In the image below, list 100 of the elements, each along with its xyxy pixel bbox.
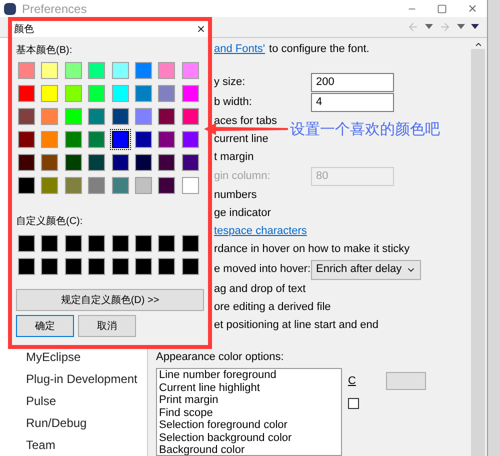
color-swatch[interactable] — [41, 235, 58, 252]
color-swatch[interactable] — [112, 154, 128, 171]
color-swatch[interactable] — [64, 154, 82, 171]
color-swatch[interactable] — [18, 258, 35, 275]
section-label: Appearance color options: — [156, 350, 285, 364]
color-swatch[interactable] — [134, 62, 152, 79]
tree-item[interactable]: MyEclipse — [26, 346, 147, 368]
list-item[interactable]: Print margin — [159, 394, 339, 406]
list-item[interactable]: Find scope — [159, 406, 339, 419]
window-title: Preferences — [22, 0, 87, 18]
option-label: et positioning at line start and end — [214, 318, 379, 334]
color-swatch[interactable] — [64, 177, 82, 194]
ok-button[interactable]: 确定 — [16, 315, 74, 337]
color-swatch[interactable] — [18, 154, 35, 171]
option-label: current line — [214, 132, 268, 148]
color-swatch[interactable] — [64, 131, 82, 148]
color-swatch[interactable] — [134, 235, 152, 252]
color-swatch[interactable] — [158, 235, 176, 252]
option-label: gin column: — [214, 169, 272, 184]
color-swatch[interactable] — [64, 258, 82, 275]
checkbox[interactable] — [348, 398, 359, 409]
color-swatch[interactable] — [112, 85, 128, 102]
maximize-icon — [437, 4, 447, 14]
color-swatch[interactable] — [112, 258, 128, 275]
color-swatch[interactable] — [41, 85, 58, 102]
list-item[interactable]: Background color — [159, 444, 339, 455]
color-swatch[interactable] — [64, 85, 82, 102]
dialog-title: 颜色 — [14, 22, 34, 36]
tree-item[interactable]: Run/Debug — [26, 412, 147, 434]
color-swatch[interactable] — [182, 62, 199, 79]
color-swatch[interactable] — [88, 258, 106, 275]
option-label: t margin — [214, 150, 254, 166]
color-swatch[interactable] — [134, 131, 152, 148]
color-swatch[interactable] — [158, 258, 176, 275]
color-swatch[interactable] — [158, 62, 176, 79]
color-swatch[interactable] — [64, 62, 82, 79]
color-swatch[interactable] — [64, 235, 82, 252]
color-swatch[interactable] — [41, 258, 58, 275]
color-swatch[interactable] — [134, 108, 152, 125]
text-field[interactable]: 4 — [311, 93, 394, 112]
color-swatch[interactable] — [88, 177, 106, 194]
tree-item[interactable]: Plug-in Development — [26, 368, 147, 390]
color-swatch[interactable] — [18, 235, 35, 252]
tree-item[interactable]: Pulse — [26, 390, 147, 412]
color-swatch[interactable] — [18, 62, 35, 79]
color-swatch[interactable] — [158, 177, 176, 194]
color-swatch[interactable] — [112, 235, 128, 252]
color-swatch[interactable] — [182, 177, 199, 194]
color-swatch[interactable] — [134, 177, 152, 194]
color-swatch[interactable] — [158, 108, 176, 125]
color-swatch[interactable] — [18, 177, 35, 194]
color-swatch[interactable] — [182, 258, 199, 275]
color-swatch[interactable] — [158, 154, 176, 171]
color-swatch[interactable] — [88, 235, 106, 252]
color-swatch[interactable] — [88, 154, 106, 171]
color-swatch[interactable] — [182, 85, 199, 102]
color-swatch[interactable] — [158, 131, 176, 148]
dropdown-icon[interactable] — [425, 24, 433, 30]
list-item[interactable]: Selection foreground color — [159, 419, 339, 432]
color-swatch[interactable] — [182, 235, 199, 252]
text-field[interactable]: 200 — [311, 73, 394, 92]
color-swatch[interactable] — [41, 131, 58, 148]
color-swatch[interactable] — [41, 154, 58, 171]
color-swatch[interactable] — [64, 108, 82, 125]
link[interactable]: tespace characters — [214, 223, 307, 240]
color-swatch[interactable] — [182, 108, 199, 125]
color-swatch[interactable] — [41, 62, 58, 79]
list-item[interactable]: Selection background color — [159, 432, 339, 444]
section-label: 基本颜色(B): — [16, 44, 74, 58]
color-swatch[interactable] — [112, 108, 128, 125]
color-swatch[interactable] — [18, 85, 35, 102]
color-swatch[interactable] — [41, 108, 58, 125]
color-swatch[interactable] — [134, 154, 152, 171]
color-swatch[interactable] — [41, 177, 58, 194]
app-icon — [4, 2, 16, 14]
cancel-button[interactable]: 取消 — [78, 315, 136, 337]
list-item[interactable]: Line number foreground — [159, 369, 339, 382]
option-label: rdance in hover on how to make it sticky — [214, 242, 410, 258]
color-swatch[interactable] — [112, 62, 128, 79]
color-swatch[interactable] — [18, 131, 35, 148]
color-swatch[interactable] — [18, 108, 35, 125]
color-swatch[interactable] — [88, 131, 106, 148]
color-swatch[interactable] — [112, 177, 128, 194]
tree-item[interactable]: Team — [26, 434, 147, 456]
option-label: ore editing a derived file — [214, 300, 331, 316]
link[interactable]: and Fonts' — [214, 41, 266, 58]
color-swatch[interactable] — [88, 62, 106, 79]
color-swatch[interactable] — [88, 108, 106, 125]
color-swatch[interactable] — [182, 154, 199, 171]
close-icon[interactable] — [196, 24, 206, 34]
color-swatch[interactable] — [182, 131, 199, 148]
dropdown[interactable]: Enrich after delay — [311, 260, 421, 280]
color-swatch[interactable] — [112, 131, 128, 148]
color-swatch[interactable] — [134, 258, 152, 275]
color-swatch[interactable] — [134, 85, 152, 102]
color-swatch[interactable] — [158, 85, 176, 102]
list-item[interactable]: Current line highlight — [159, 382, 339, 394]
define-custom-colors-button[interactable]: 规定自定义颜色(D) >> — [16, 289, 204, 311]
color-swatch[interactable] — [88, 85, 106, 102]
color-button[interactable] — [386, 372, 426, 390]
